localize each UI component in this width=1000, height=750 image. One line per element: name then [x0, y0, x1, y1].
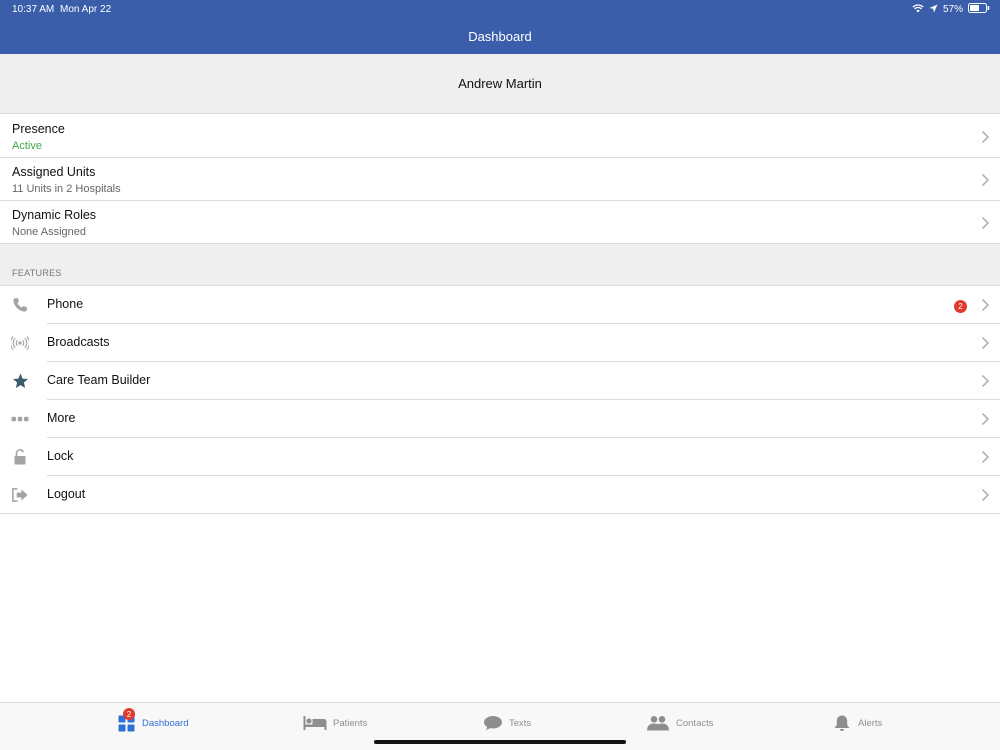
feature-lock-row[interactable]: Lock: [0, 438, 1000, 476]
dynamic-roles-row[interactable]: Dynamic Roles None Assigned: [0, 201, 1000, 244]
dynamic-roles-value: None Assigned: [12, 226, 86, 238]
bell-icon: [832, 714, 852, 732]
chevron-right-icon: [981, 412, 990, 426]
assigned-units-value: 11 Units in 2 Hospitals: [12, 183, 121, 195]
feature-broadcasts-label: Broadcasts: [47, 335, 110, 349]
bed-icon: [303, 714, 327, 732]
battery-percentage: 57%: [942, 4, 963, 15]
feature-logout-label: Logout: [47, 487, 86, 501]
presence-value: Active: [12, 140, 42, 152]
assigned-units-label: Assigned Units: [12, 165, 96, 179]
status-indicators: 57%: [912, 3, 990, 16]
feature-care-team-builder-label: Care Team Builder: [47, 373, 151, 387]
location-icon: [929, 4, 938, 16]
feature-phone-row[interactable]: Phone 2: [0, 286, 1000, 324]
chevron-right-icon: [981, 130, 990, 144]
battery-icon: [968, 3, 990, 16]
app-root: 10:37 AM Mon Apr 22 57% Dashboard Andrew…: [0, 0, 1000, 750]
status-time: 10:37 AM: [12, 4, 55, 15]
feature-lock-label: Lock: [47, 449, 74, 463]
tab-patients[interactable]: Patients: [303, 712, 367, 734]
phone-icon: [11, 296, 29, 314]
chevron-right-icon: [981, 173, 990, 187]
tab-patients-label: Patients: [333, 717, 368, 729]
chevron-right-icon: [981, 298, 990, 312]
row-divider: [0, 513, 1000, 514]
tab-contacts[interactable]: Contacts: [646, 712, 714, 734]
wifi-icon: [912, 3, 924, 16]
chevron-right-icon: [981, 374, 990, 388]
phone-notification-badge: 2: [954, 300, 967, 313]
presence-row[interactable]: Presence Active: [0, 115, 1000, 158]
header-bar: 10:37 AM Mon Apr 22 57% Dashboard: [0, 0, 1000, 54]
star-icon: [11, 372, 29, 390]
feature-more-label: More: [47, 411, 76, 425]
user-name-banner: Andrew Martin: [0, 54, 1000, 114]
home-indicator[interactable]: [374, 740, 626, 744]
broadcast-icon: [11, 334, 29, 352]
assigned-units-row[interactable]: Assigned Units 11 Units in 2 Hospitals: [0, 158, 1000, 201]
chevron-right-icon: [981, 450, 990, 464]
dashboard-notification-badge: 2: [123, 708, 135, 720]
tab-dashboard-label: Dashboard: [142, 717, 189, 729]
tab-contacts-label: Contacts: [676, 717, 714, 729]
tab-texts[interactable]: Texts: [483, 712, 531, 734]
tab-alerts[interactable]: Alerts: [832, 712, 882, 734]
dashboard-icon: 2: [116, 708, 136, 732]
feature-care-team-builder-row[interactable]: Care Team Builder: [0, 362, 1000, 400]
page-title: Dashboard: [468, 29, 532, 44]
user-name: Andrew Martin: [458, 76, 542, 91]
logout-icon: [11, 486, 29, 504]
features-section-label: FEATURES: [12, 268, 62, 278]
contacts-icon: [646, 714, 670, 732]
status-date: Mon Apr 22: [60, 4, 112, 15]
chat-bubble-icon: [483, 714, 503, 732]
feature-logout-row[interactable]: Logout: [0, 476, 1000, 514]
chevron-right-icon: [981, 336, 990, 350]
feature-more-row[interactable]: More: [0, 400, 1000, 438]
presence-label: Presence: [12, 122, 65, 136]
tab-alerts-label: Alerts: [858, 717, 883, 729]
chevron-right-icon: [981, 216, 990, 230]
features-section-header: FEATURES: [0, 244, 1000, 286]
tab-texts-label: Texts: [509, 717, 532, 729]
chevron-right-icon: [981, 488, 990, 502]
lock-icon: [11, 448, 29, 466]
tab-dashboard[interactable]: 2 Dashboard: [116, 708, 189, 734]
dynamic-roles-label: Dynamic Roles: [12, 208, 97, 222]
feature-broadcasts-row[interactable]: Broadcasts: [0, 324, 1000, 362]
feature-phone-label: Phone: [47, 297, 84, 311]
more-dots-icon: [11, 410, 29, 428]
